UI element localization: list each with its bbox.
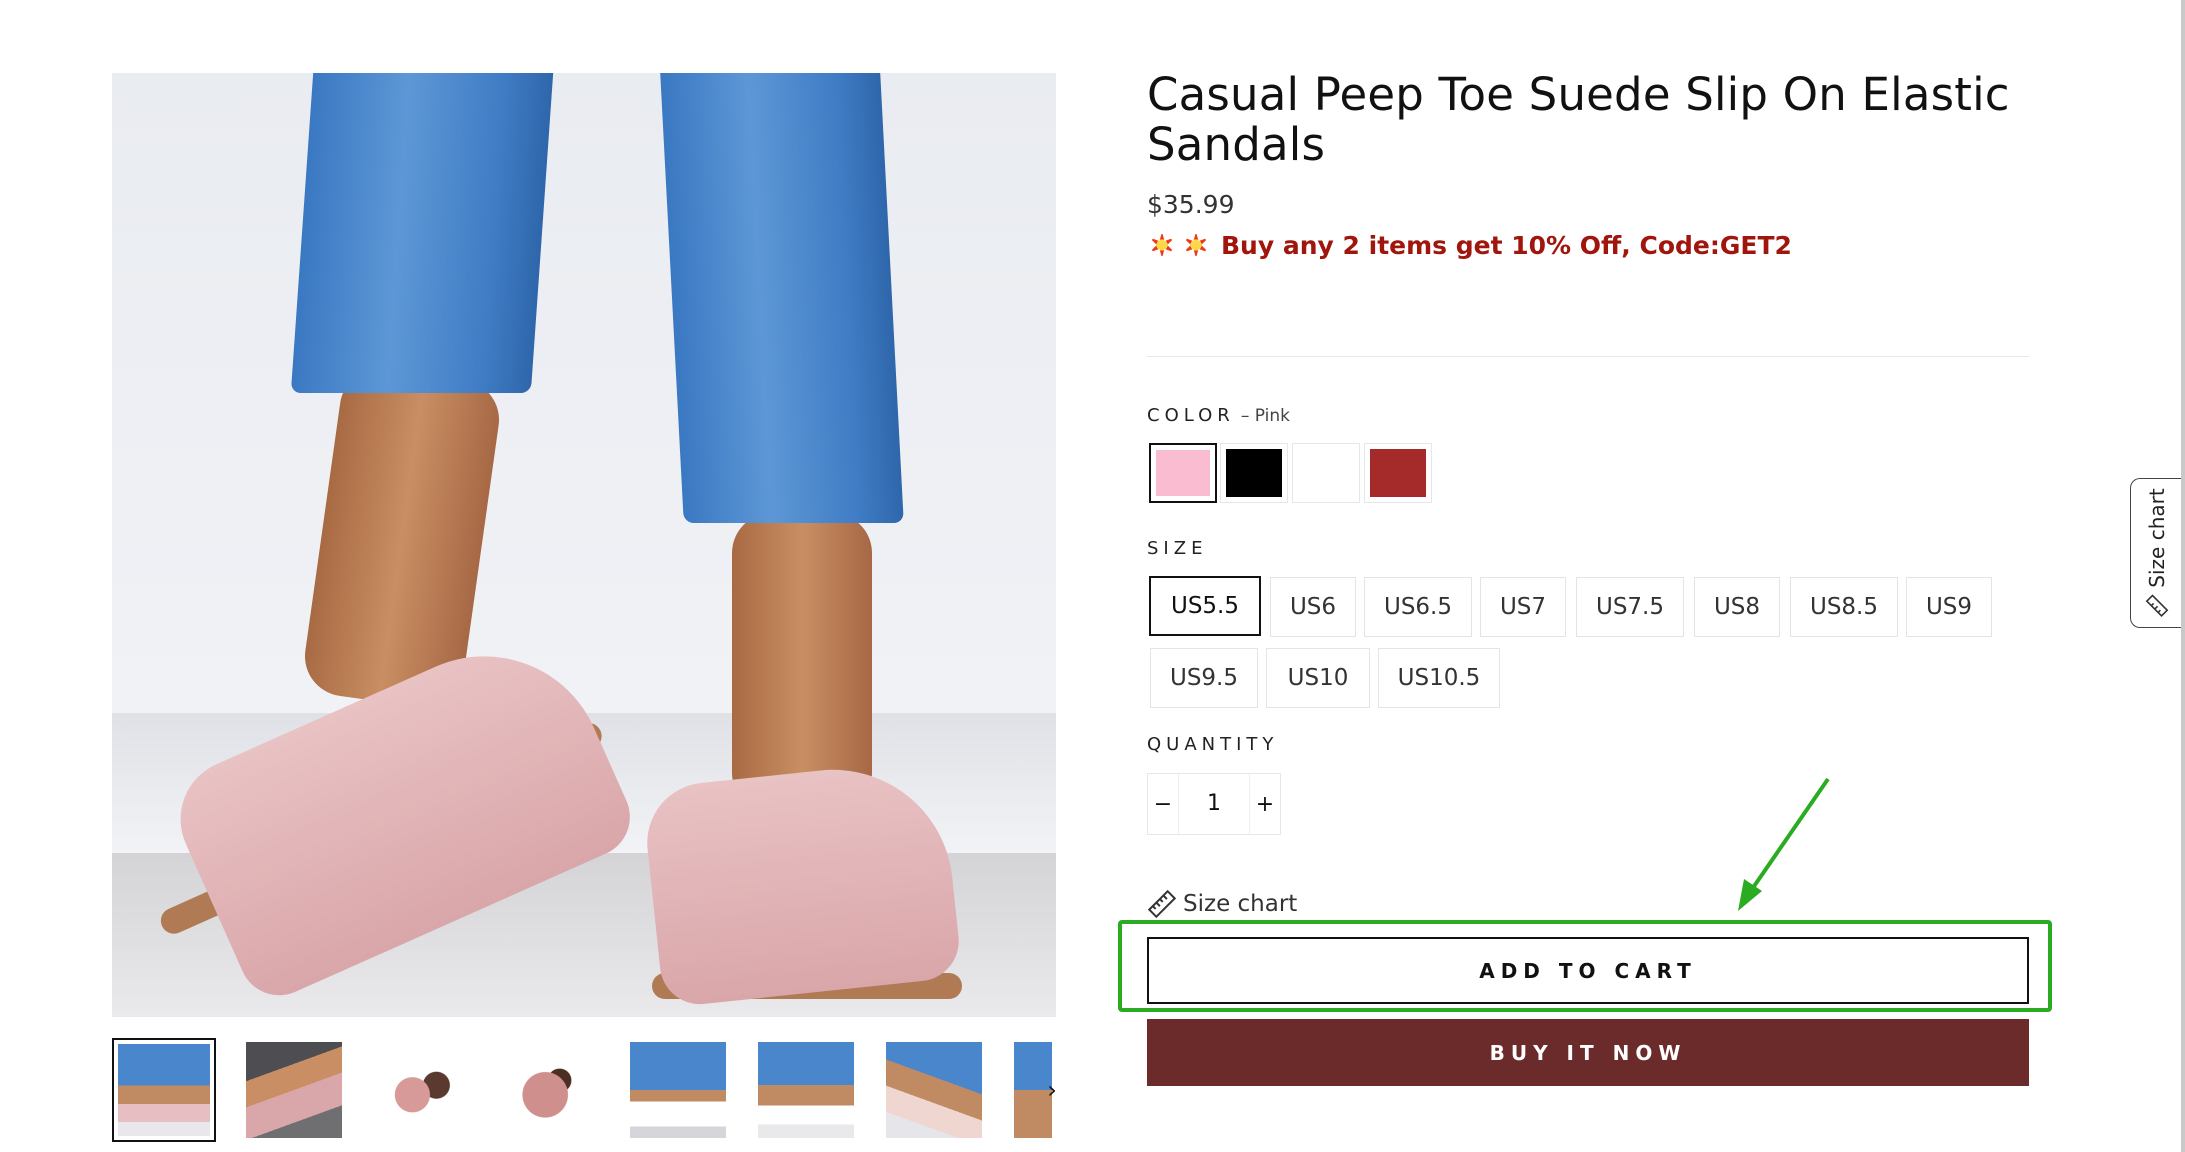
swatch-red[interactable] <box>1364 443 1432 503</box>
swatch-black[interactable] <box>1220 443 1288 503</box>
pointer-arrow-icon <box>1738 777 1830 911</box>
promo-banner: Buy any 2 items get 10% Off, Code:GET2 <box>1147 230 1792 260</box>
size-option-us8[interactable]: US8 <box>1694 577 1780 637</box>
size-option-us9-5[interactable]: US9.5 <box>1150 648 1258 708</box>
size-option-us9[interactable]: US9 <box>1906 577 1992 637</box>
scrollbar[interactable] <box>2181 0 2185 1152</box>
buy-now-button[interactable]: BUY IT NOW <box>1147 1019 2029 1086</box>
size-chart-link-label: Size chart <box>1183 891 1298 917</box>
size-option-us10[interactable]: US10 <box>1266 648 1370 708</box>
image-jeans-left <box>290 73 554 393</box>
thumbnail-2[interactable] <box>242 1038 346 1142</box>
image-leg-right-skin <box>732 513 872 813</box>
color-label: COLOR – Pink <box>1147 405 1290 426</box>
thumbnail-1[interactable] <box>112 1038 216 1142</box>
swatch-pink[interactable] <box>1149 443 1217 503</box>
size-chart-side-tab-content: Size chart <box>2144 488 2169 618</box>
size-option-us6[interactable]: US6 <box>1270 577 1356 637</box>
product-price: $35.99 <box>1147 190 1235 219</box>
thumbnail-6[interactable] <box>754 1038 858 1142</box>
size-option-us7[interactable]: US7 <box>1480 577 1566 637</box>
size-label: SIZE <box>1147 538 1208 559</box>
ruler-icon <box>1147 889 1177 919</box>
quantity-stepper: − 1 + <box>1147 773 1281 835</box>
add-to-cart-button[interactable]: ADD TO CART <box>1147 937 2029 1004</box>
size-option-us6-5[interactable]: US6.5 <box>1364 577 1472 637</box>
size-chart-side-tab[interactable]: Size chart <box>2130 478 2182 628</box>
size-option-us10-5[interactable]: US10.5 <box>1378 648 1500 708</box>
thumbnail-strip <box>112 1038 1052 1146</box>
collision-icon <box>1147 230 1177 260</box>
quantity-increase-button[interactable]: + <box>1250 792 1280 817</box>
promo-icons <box>1147 230 1211 260</box>
promo-text: Buy any 2 items get 10% Off, Code:GET2 <box>1221 230 1792 260</box>
quantity-input[interactable]: 1 <box>1178 774 1250 834</box>
size-option-us8-5[interactable]: US8.5 <box>1790 577 1898 637</box>
product-title: Casual Peep Toe Suede Slip On Elastic Sa… <box>1147 68 2010 171</box>
chevron-right-icon[interactable]: › <box>1042 1075 1062 1105</box>
size-option-us7-5[interactable]: US7.5 <box>1576 577 1684 637</box>
thumbnail-3[interactable] <box>370 1038 474 1142</box>
thumbnail-4[interactable] <box>498 1038 602 1142</box>
size-chart-side-tab-label: Size chart <box>2144 488 2169 588</box>
size-option-us5-5[interactable]: US5.5 <box>1149 576 1261 636</box>
collision-icon <box>1181 230 1211 260</box>
color-selected: – Pink <box>1240 406 1290 426</box>
thumbnail-7[interactable] <box>882 1038 986 1142</box>
main-product-image[interactable] <box>112 73 1056 1017</box>
size-chart-link[interactable]: Size chart <box>1147 889 1297 919</box>
quantity-decrease-button[interactable]: − <box>1148 792 1178 817</box>
ruler-icon <box>2145 594 2168 618</box>
thumbnail-5[interactable] <box>626 1038 730 1142</box>
divider <box>1147 356 2029 357</box>
image-jeans-right <box>660 73 904 523</box>
quantity-label: QUANTITY <box>1147 734 1279 755</box>
color-label-text: COLOR <box>1147 405 1235 426</box>
swatch-white[interactable] <box>1292 443 1360 503</box>
